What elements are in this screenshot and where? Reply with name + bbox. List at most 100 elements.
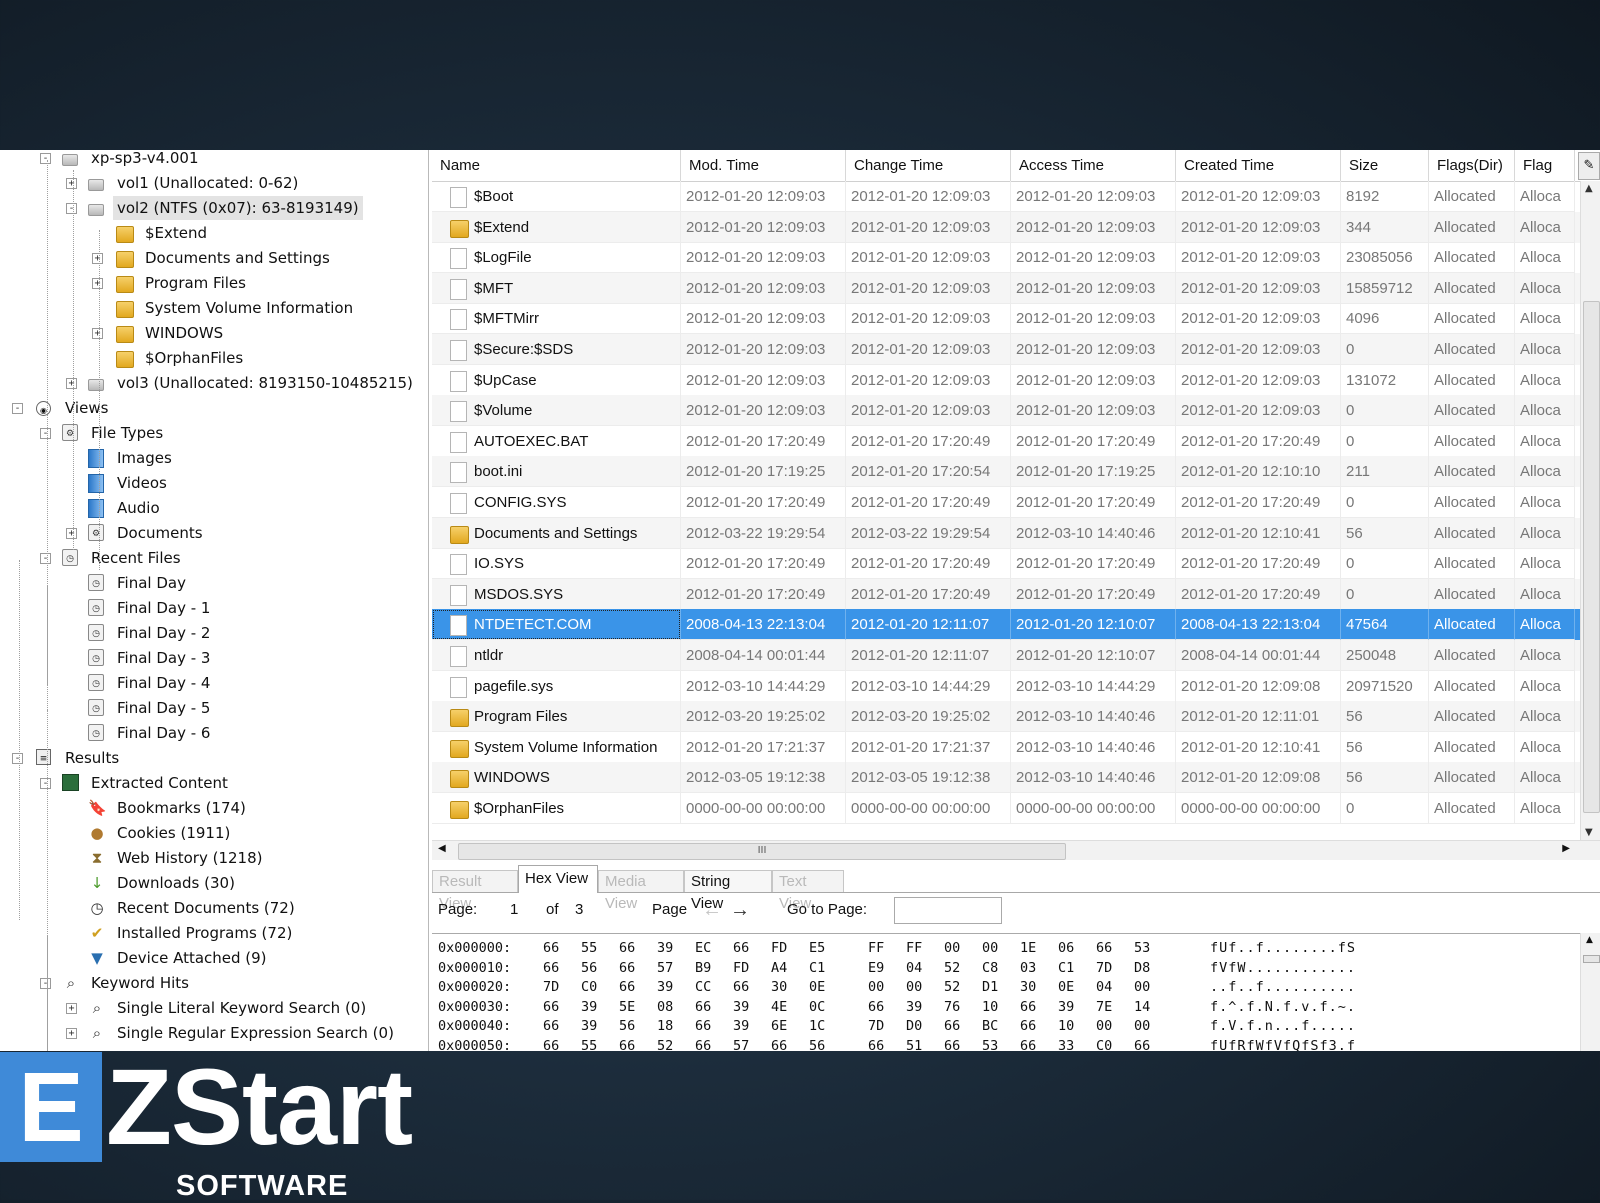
tree-item-keyword-hits[interactable]: - ⌕ Keyword Hits [0,971,428,995]
collapse-icon[interactable]: - [40,428,51,439]
tree-item-file-type[interactable]: Audio [0,496,428,520]
tree-item-extracted[interactable]: ▼ Device Attached (9) [0,946,428,970]
next-page-icon[interactable]: → [730,899,750,921]
tree-item-recent-day[interactable]: ◷ Final Day - 4 [0,671,428,695]
scroll-down-icon[interactable]: ▼ [1585,827,1593,838]
tree-item-recent-day[interactable]: ◷ Final Day - 2 [0,621,428,645]
collapse-icon[interactable]: - [40,978,51,989]
tree-item-vol3[interactable]: + vol3 (Unallocated: 8193150-10485215) [0,371,428,395]
table-row[interactable]: $Volume 2012-01-20 12:09:03 2012-01-20 12:… [432,395,1580,427]
tree-item-file-type[interactable]: Videos [0,471,428,495]
tree-item-folder[interactable]: System Volume Information [0,296,428,320]
table-row[interactable]: $MFT 2012-01-20 12:09:03 2012-01-20 12:09:… [432,272,1580,304]
expand-icon[interactable]: + [66,178,77,189]
hex-dump[interactable]: 0x000000: 66 55 66 39 EC 66 FD E5 FF FF 00 00 1E 06 66 5… [432,933,1580,1051]
tree-item-extracted[interactable]: ↓ Downloads (30) [0,871,428,895]
tree-item-file-types[interactable]: - ⚙ File Types [0,421,428,445]
table-row[interactable]: $Boot 2012-01-20 12:09:03 2012-01-20 12:09… [432,181,1580,212]
expand-icon[interactable]: + [92,278,103,289]
viewer-tab[interactable]: String View [684,870,772,912]
tree-item-extracted[interactable]: ◷ Recent Documents (72) [0,896,428,920]
tree-item-folder[interactable]: + Program Files [0,271,428,295]
table-row[interactable]: MSDOS.SYS 2012-01-20 17:20:49 2012-01-20 1… [432,578,1580,610]
tree-item-recent-files[interactable]: - ◷ Recent Files [0,546,428,570]
tree-item-file-type[interactable]: Images [0,446,428,470]
viewer-tab[interactable]: Hex View [518,865,598,893]
table-row[interactable]: pagefile.sys 2012-03-10 14:44:29 2012-03-1… [432,670,1580,702]
tree-item-folder[interactable]: + WINDOWS [0,321,428,345]
table-row[interactable]: $Extend 2012-01-20 12:09:03 2012-01-20 12:… [432,211,1580,243]
table-horizontal-scrollbar[interactable]: ◀ III ▶ [432,840,1600,861]
viewer-tab[interactable]: Media View [598,870,684,912]
tree-item-views[interactable]: - ◉ Views [0,396,428,420]
tree-item-folder[interactable]: + Documents and Settings [0,246,428,270]
table-row[interactable]: AUTOEXEC.BAT 2012-01-20 17:20:49 2012-01-2… [432,425,1580,457]
goto-page-input[interactable] [894,897,1002,924]
expand-icon[interactable]: + [92,253,103,264]
table-row[interactable]: $LogFile 2012-01-20 12:09:03 2012-01-20 12… [432,242,1580,274]
column-header[interactable]: Created Time [1176,150,1341,181]
tree-item-recent-day[interactable]: ◷ Final Day - 1 [0,596,428,620]
table-row[interactable]: NTDETECT.COM 2008-04-13 22:13:04 2012-01-2… [432,609,1580,641]
hscrollbar-thumb[interactable]: III [458,843,1066,860]
hex-scrollbar[interactable]: ▲ [1580,933,1600,1051]
tree-item-results[interactable]: - ≡ Results [0,746,428,770]
table-row[interactable]: Program Files 2012-03-20 19:25:02 2012-03-… [432,701,1580,733]
hex-scrollbar-thumb[interactable] [1583,955,1600,963]
column-header[interactable]: Name [432,150,681,181]
table-row[interactable]: $MFTMirr 2012-01-20 12:09:03 2012-01-20 12… [432,303,1580,335]
collapse-icon[interactable]: - [40,778,51,789]
collapse-icon[interactable]: - [66,203,77,214]
column-header[interactable]: Access Time [1011,150,1176,181]
column-header[interactable]: Size [1341,150,1429,181]
table-vertical-scrollbar[interactable]: ▲ ▼ [1580,181,1600,840]
expand-icon[interactable]: + [66,1028,77,1039]
table-row[interactable]: $UpCase 2012-01-20 12:09:03 2012-01-20 12:… [432,364,1580,396]
table-row[interactable]: $Secure:$SDS 2012-01-20 12:09:03 2012-01-2… [432,334,1580,365]
column-header[interactable]: Flag [1515,150,1575,181]
tree-item-recent-day[interactable]: ◷ Final Day - 5 [0,696,428,720]
table-row[interactable]: System Volume Information 2012-01-20 17:2… [432,731,1580,763]
tree-item-image[interactable]: - xp-sp3-v4.001 [0,150,428,170]
column-header[interactable]: Mod. Time [681,150,846,181]
column-chooser-icon[interactable]: ✎ [1578,152,1600,180]
expand-icon[interactable]: + [66,1003,77,1014]
directory-tree[interactable]: - xp-sp3-v4.001 + vol1 (Unallocated: 0-62) -… [0,150,429,1051]
tree-item-recent-day[interactable]: ◷ Final Day - 3 [0,646,428,670]
tree-item-extracted-content[interactable]: - Extracted Content [0,771,428,795]
scroll-left-icon[interactable]: ◀ [438,843,446,854]
tree-item-vol1[interactable]: + vol1 (Unallocated: 0-62) [0,171,428,195]
viewer-tab[interactable]: Result View [432,870,518,912]
tree-item-recent-day[interactable]: ◷ Final Day - 6 [0,721,428,745]
tree-item-keyword-search[interactable]: + ⌕ Single Literal Keyword Search (0) [0,996,428,1020]
column-header[interactable]: Flags(Dir) [1429,150,1515,181]
table-row[interactable]: IO.SYS 2012-01-20 17:20:49 2012-01-20 17:2… [432,548,1580,580]
tree-item-file-type[interactable]: + ⚙ Documents [0,521,428,545]
expand-icon[interactable]: + [66,378,77,389]
tree-item-extracted[interactable]: ⧗ Web History (1218) [0,846,428,870]
file-table[interactable]: Name Mod. Time Change Time Access Time Creat… [432,150,1580,840]
table-row[interactable]: CONFIG.SYS 2012-01-20 17:20:49 2012-01-20 … [432,487,1580,518]
tree-item-extracted[interactable]: 🔖 Bookmarks (174) [0,796,428,820]
collapse-icon[interactable]: - [12,403,23,414]
table-row[interactable]: Documents and Settings 2012-03-22 19:29:5… [432,517,1580,549]
collapse-icon[interactable]: - [12,753,23,764]
table-row[interactable]: boot.ini 2012-01-20 17:19:25 2012-01-20 17… [432,456,1580,488]
expand-icon[interactable]: + [66,528,77,539]
scroll-up-icon[interactable]: ▲ [1585,183,1593,194]
table-row[interactable]: WINDOWS 2012-03-05 19:12:38 2012-03-05 19:… [432,762,1580,794]
tree-item-folder[interactable]: $OrphanFiles [0,346,428,370]
scroll-right-icon[interactable]: ▶ [1562,843,1570,854]
expand-icon[interactable]: + [92,328,103,339]
table-row[interactable]: $OrphanFiles 0000-00-00 00:00:00 0000-00-0… [432,793,1580,824]
tree-item-vol2[interactable]: - vol2 (NTFS (0x07): 63-8193149) [0,196,428,220]
table-row[interactable]: ntldr 2008-04-14 00:01:44 2012-01-20 12:11… [432,640,1580,671]
column-header[interactable]: Change Time [846,150,1011,181]
hex-scroll-up-icon[interactable]: ▲ [1586,935,1593,945]
tree-item-recent-day[interactable]: ◷ Final Day [0,571,428,595]
scrollbar-thumb[interactable] [1583,301,1600,813]
tree-item-extracted[interactable]: ● Cookies (1911) [0,821,428,845]
viewer-tab[interactable]: Text View [772,870,844,912]
tree-item-extracted[interactable]: ✔ Installed Programs (72) [0,921,428,945]
tree-item-folder[interactable]: $Extend [0,221,428,245]
